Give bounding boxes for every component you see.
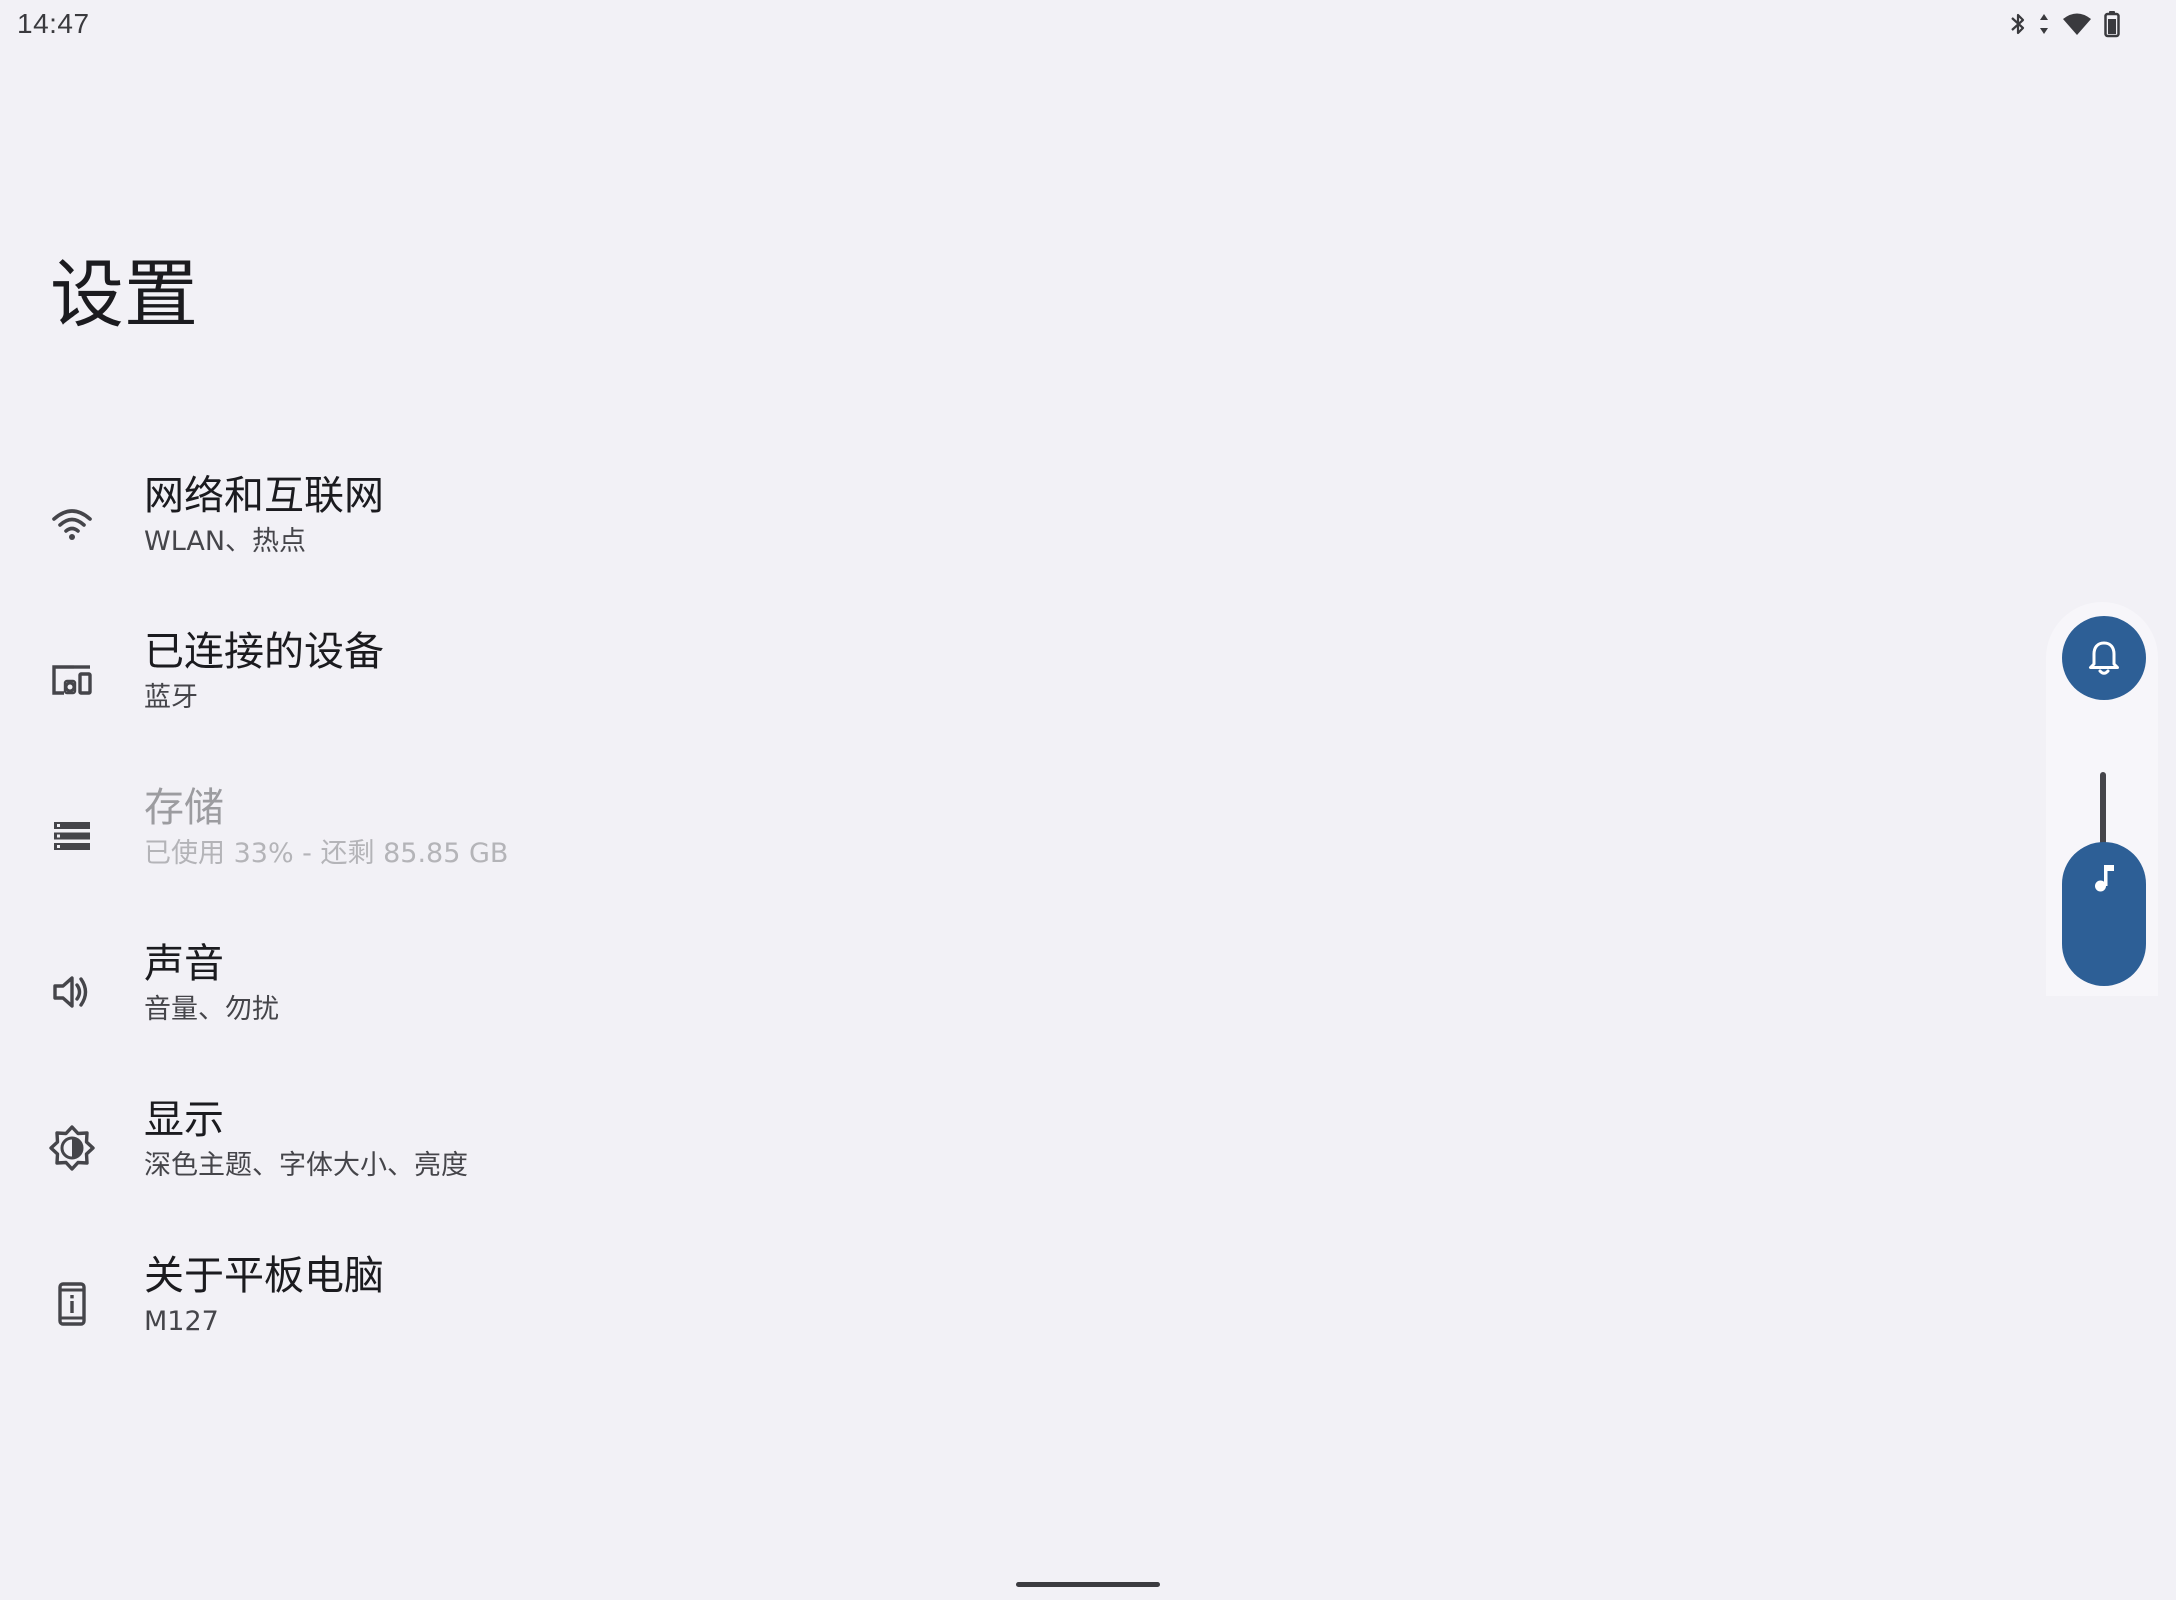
page-title: 设置 <box>50 252 198 338</box>
settings-item-text: 显示 深色主题、字体大小、亮度 <box>144 1094 468 1184</box>
settings-item-display[interactable]: 显示 深色主题、字体大小、亮度 <box>0 1070 1000 1226</box>
settings-item-about-tablet[interactable]: 关于平板电脑 M127 <box>0 1226 1000 1382</box>
settings-item-text: 已连接的设备 蓝牙 <box>144 626 384 716</box>
settings-item-subtitle: 音量、勿扰 <box>144 994 279 1025</box>
gesture-nav-handle[interactable] <box>1016 1582 1160 1587</box>
settings-list: 网络和互联网 WLAN、热点 已连接的设备 蓝牙 存储 已使用 33% - 还剩… <box>0 446 1000 1382</box>
settings-item-title: 已连接的设备 <box>144 629 384 675</box>
wifi-icon <box>2062 11 2092 37</box>
storage-icon <box>48 812 96 860</box>
ringer-mode-button[interactable] <box>2062 616 2146 700</box>
bell-icon <box>2089 641 2119 675</box>
wifi-icon <box>48 500 96 548</box>
music-note-icon <box>2095 865 2114 892</box>
battery-icon <box>2104 10 2120 38</box>
settings-item-subtitle: WLAN、热点 <box>144 526 307 557</box>
volume-panel <box>2046 602 2158 996</box>
data-arrows-icon <box>2038 11 2050 37</box>
devices-icon <box>48 656 96 704</box>
bluetooth-icon <box>2010 11 2026 37</box>
status-time: 14:47 <box>17 8 90 39</box>
settings-item-network[interactable]: 网络和互联网 WLAN、热点 <box>0 446 1000 602</box>
about-device-icon <box>48 1280 96 1328</box>
settings-item-subtitle: 蓝牙 <box>144 682 198 713</box>
brightness-icon <box>48 1124 96 1172</box>
settings-item-connected-devices[interactable]: 已连接的设备 蓝牙 <box>0 602 1000 758</box>
settings-item-text: 声音 音量、勿扰 <box>144 938 279 1028</box>
settings-item-subtitle: 深色主题、字体大小、亮度 <box>144 1150 468 1181</box>
speaker-icon <box>48 968 96 1016</box>
settings-item-text: 关于平板电脑 M127 <box>144 1250 384 1340</box>
settings-item-subtitle: 已使用 33% - 还剩 85.85 GB <box>144 838 509 869</box>
status-icons <box>2010 8 2120 40</box>
media-volume-slider[interactable] <box>2062 842 2146 986</box>
settings-item-subtitle: M127 <box>144 1306 219 1337</box>
status-bar: 14:47 <box>0 0 2176 50</box>
settings-item-sound[interactable]: 声音 音量、勿扰 <box>0 914 1000 1070</box>
settings-item-title: 存储 <box>144 785 224 831</box>
settings-item-storage[interactable]: 存储 已使用 33% - 还剩 85.85 GB <box>0 758 1000 914</box>
settings-item-title: 关于平板电脑 <box>144 1253 384 1299</box>
settings-item-title: 显示 <box>144 1097 224 1143</box>
settings-item-title: 声音 <box>144 941 224 987</box>
settings-item-text: 存储 已使用 33% - 还剩 85.85 GB <box>144 782 508 872</box>
settings-item-text: 网络和互联网 WLAN、热点 <box>144 470 384 560</box>
settings-item-title: 网络和互联网 <box>144 473 384 519</box>
